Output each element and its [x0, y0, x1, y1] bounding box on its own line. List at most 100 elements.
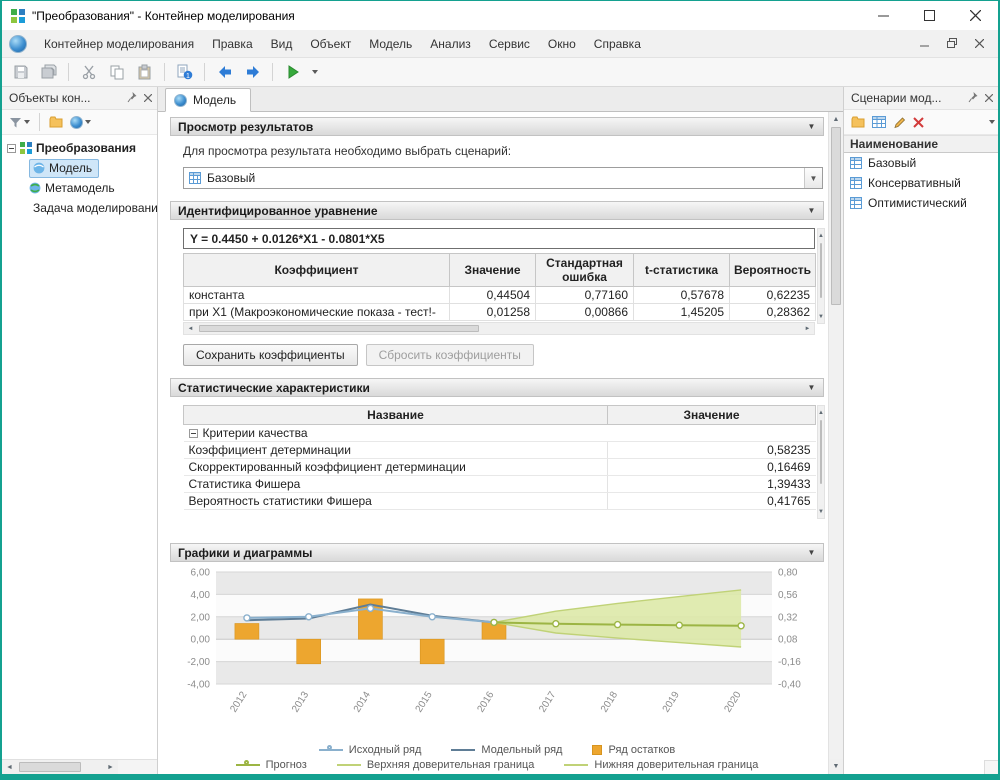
scroll-down-icon[interactable]: ▼	[818, 310, 824, 323]
mdi-minimize-button[interactable]	[920, 37, 929, 51]
new-folder-button[interactable]	[848, 111, 868, 133]
collapse-section-icon[interactable]: ▼	[803, 203, 820, 218]
collapse-section-icon[interactable]: ▼	[803, 380, 820, 395]
scrollbar-thumb[interactable]	[820, 243, 822, 298]
collapse-section-icon[interactable]: ▼	[803, 119, 820, 134]
menu-item-window[interactable]: Окно	[539, 32, 585, 56]
save-button[interactable]	[7, 60, 34, 85]
table-row[interactable]: Скорректированный коэффициент детерминац…	[184, 459, 816, 476]
collapse-expander-icon[interactable]	[7, 144, 16, 153]
col-header-probability[interactable]: Вероятность	[730, 254, 816, 287]
run-options-dropdown[interactable]	[307, 60, 322, 85]
menu-item-edit[interactable]: Правка	[203, 32, 262, 56]
menu-item-view[interactable]: Вид	[262, 32, 302, 56]
equation-vertical-scrollbar[interactable]: ▲ ▼	[817, 228, 825, 324]
delete-scenario-button[interactable]	[910, 111, 927, 133]
scrollbar-track[interactable]	[17, 760, 103, 774]
collapse-section-icon[interactable]: ▼	[803, 545, 820, 560]
scroll-up-icon[interactable]: ▲	[818, 229, 824, 242]
col-header-stderr[interactable]: Стандартная ошибка	[536, 254, 634, 287]
section-statistics-header[interactable]: Статистические характеристики ▼	[170, 378, 824, 397]
edit-scenario-button[interactable]	[890, 111, 909, 133]
scrollbar-thumb[interactable]	[820, 420, 822, 484]
mdi-restore-button[interactable]	[947, 37, 957, 51]
navigate-forward-button[interactable]	[239, 60, 266, 85]
table-row[interactable]: Статистика Фишера 1,39433	[184, 476, 816, 493]
scrollbar-track[interactable]	[818, 242, 824, 310]
folder-button[interactable]	[46, 111, 66, 133]
scroll-right-icon[interactable]: ►	[103, 760, 118, 774]
navigate-back-button[interactable]	[211, 60, 238, 85]
reset-coefficients-button[interactable]: Сбросить коэффициенты	[366, 344, 534, 366]
menu-item-service[interactable]: Сервис	[480, 32, 539, 56]
window-close-button[interactable]	[952, 1, 998, 30]
section-equation-header[interactable]: Идентифицированное уравнение ▼	[170, 201, 824, 220]
model-filter-button[interactable]	[67, 111, 94, 133]
save-all-button[interactable]	[35, 60, 62, 85]
close-panel-icon[interactable]	[985, 91, 993, 105]
scroll-left-icon[interactable]: ◄	[2, 760, 17, 774]
cut-button[interactable]	[75, 60, 102, 85]
menu-item-model[interactable]: Модель	[360, 32, 421, 56]
window-maximize-button[interactable]	[906, 1, 952, 30]
tree-item-metamodel[interactable]: Метамодель	[2, 178, 157, 198]
col-header-value[interactable]: Значение	[608, 406, 816, 425]
scroll-right-icon[interactable]: ►	[801, 323, 814, 334]
scroll-up-icon[interactable]: ▲	[818, 406, 824, 419]
scenarios-column-header[interactable]: Наименование	[844, 135, 998, 153]
save-coefficients-button[interactable]: Сохранить коэффициенты	[183, 344, 358, 366]
copy-button[interactable]	[103, 60, 130, 85]
new-scenario-button[interactable]	[869, 111, 889, 133]
menu-item-help[interactable]: Справка	[585, 32, 650, 56]
equation-horizontal-scrollbar[interactable]: ◄ ►	[183, 322, 815, 335]
main-vertical-scrollbar[interactable]: ▲ ▼	[828, 112, 843, 774]
menu-item-object[interactable]: Объект	[301, 32, 360, 56]
group-row[interactable]: Критерии качества	[184, 425, 816, 442]
pin-icon[interactable]	[127, 91, 137, 106]
scenario-combobox[interactable]: Базовый ▼	[183, 167, 823, 189]
statistics-vertical-scrollbar[interactable]: ▲ ▼	[817, 405, 825, 519]
section-results-header[interactable]: Просмотр результатов ▼	[170, 117, 824, 136]
table-row[interactable]: константа 0,44504 0,77160 0,57678 0,6223…	[184, 287, 816, 304]
col-header-tstat[interactable]: t-статистика	[634, 254, 730, 287]
tree-horizontal-scrollbar[interactable]: ◄ ►	[2, 759, 157, 774]
tab-model[interactable]: Модель	[165, 88, 251, 112]
col-header-value[interactable]: Значение	[450, 254, 536, 287]
app-menu-button[interactable]	[9, 35, 27, 53]
scroll-down-icon[interactable]: ▼	[829, 759, 843, 774]
close-panel-icon[interactable]	[144, 91, 152, 105]
container-properties-button[interactable]: 1	[171, 60, 198, 85]
scrollbar-thumb[interactable]	[199, 325, 479, 332]
run-calculation-button[interactable]	[279, 60, 306, 85]
table-row[interactable]: Вероятность статистики Фишера 0,41765	[184, 493, 816, 510]
section-charts-header[interactable]: Графики и диаграммы ▼	[170, 543, 824, 562]
scroll-left-icon[interactable]: ◄	[184, 323, 197, 334]
scrollbar-thumb[interactable]	[19, 762, 81, 772]
toolbar-overflow-dropdown[interactable]	[986, 111, 998, 133]
scrollbar-track[interactable]	[197, 323, 801, 334]
table-row[interactable]: при X1 (Макроэкономические показа - тест…	[184, 304, 816, 321]
pin-icon[interactable]	[968, 91, 978, 106]
scrollbar-track[interactable]	[829, 127, 843, 759]
table-row[interactable]: Коэффициент детерминации 0,58235	[184, 442, 816, 459]
paste-button[interactable]	[131, 60, 158, 85]
scenario-item-conservative[interactable]: Консервативный	[844, 173, 998, 193]
menu-item-analysis[interactable]: Анализ	[421, 32, 480, 56]
combobox-dropdown-button[interactable]: ▼	[804, 168, 822, 188]
scenario-item-optimistic[interactable]: Оптимистический	[844, 193, 998, 213]
resize-grip[interactable]	[984, 760, 998, 774]
col-header-name[interactable]: Название	[184, 406, 608, 425]
tree-item-model[interactable]: Модель	[2, 158, 157, 178]
tree-item-preobrazovaniya[interactable]: Преобразования	[2, 138, 157, 158]
scroll-down-icon[interactable]: ▼	[818, 505, 824, 518]
menu-item-container[interactable]: Контейнер моделирования	[35, 32, 203, 56]
collapse-expander-icon[interactable]	[189, 429, 198, 438]
scenario-item-basic[interactable]: Базовый	[844, 153, 998, 173]
filter-button[interactable]	[6, 111, 33, 133]
window-minimize-button[interactable]	[860, 1, 906, 30]
scrollbar-track[interactable]	[818, 419, 824, 505]
scroll-up-icon[interactable]: ▲	[829, 112, 843, 127]
mdi-close-button[interactable]	[975, 37, 984, 51]
tree-item-modeling-task[interactable]: Задача моделирования	[2, 198, 157, 218]
col-header-coefficient[interactable]: Коэффициент	[184, 254, 450, 287]
